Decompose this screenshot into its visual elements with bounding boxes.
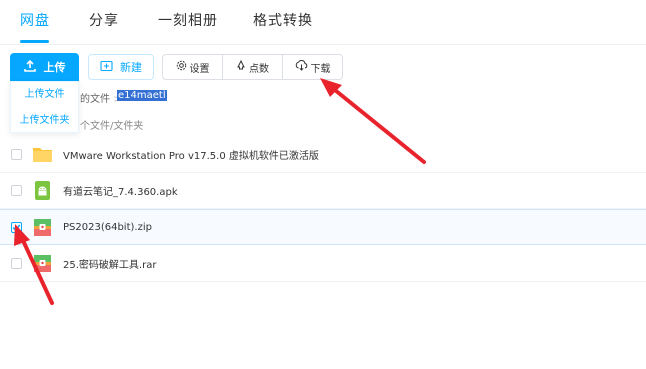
archive-icon — [32, 217, 53, 238]
new-folder-button[interactable]: 新建 — [88, 54, 154, 80]
folder-icon — [32, 144, 53, 165]
file-count-text: 个文件/文件夹 — [80, 121, 144, 132]
download-label: 下载 — [310, 63, 331, 75]
points-label: 点数 — [249, 63, 269, 75]
gear-icon — [176, 60, 187, 74]
settings-button[interactable]: 设置 — [163, 55, 223, 79]
upload-dropdown-menu: 上传文件 上传文件夹 — [10, 81, 79, 133]
tab-share[interactable]: 分享 — [89, 10, 119, 30]
upload-file-option[interactable]: 上传文件 — [11, 82, 78, 108]
checkmark-icon — [12, 223, 21, 231]
row-checkbox[interactable] — [11, 185, 22, 196]
tab-netdisk[interactable]: 网盘 — [20, 10, 50, 30]
netdisk-window: 网盘 分享 一刻相册 格式转换 上传 新建 设置 点数 下载 的文件 e14ma… — [0, 0, 646, 369]
file-name[interactable]: PS2023(64bit).zip — [63, 222, 152, 233]
archive-icon — [32, 253, 53, 274]
file-name[interactable]: 25.密码破解工具.rar — [63, 256, 156, 271]
file-row-selected[interactable]: PS2023(64bit).zip — [0, 209, 646, 245]
tab-format-convert[interactable]: 格式转换 — [253, 10, 313, 30]
rocket-icon — [236, 59, 246, 74]
upload-icon — [23, 59, 36, 75]
tab-album[interactable]: 一刻相册 — [158, 10, 218, 30]
file-row[interactable]: VMware Workstation Pro v17.5.0 虚拟机软件已激活版 — [0, 137, 646, 173]
row-checkbox[interactable] — [11, 258, 22, 269]
file-row[interactable]: 25.密码破解工具.rar — [0, 246, 646, 282]
cloud-download-icon — [295, 60, 308, 74]
top-tab-bar: 网盘 分享 一刻相册 格式转换 — [0, 0, 646, 45]
file-row[interactable]: 有道云笔记_7.4.360.apk — [0, 173, 646, 209]
row-checkbox[interactable] — [11, 149, 22, 160]
points-button[interactable]: 点数 — [223, 55, 283, 79]
upload-folder-option[interactable]: 上传文件夹 — [11, 108, 78, 134]
row-checkbox-checked[interactable] — [11, 221, 22, 233]
download-button[interactable]: 下载 — [283, 55, 342, 79]
new-folder-icon — [100, 60, 113, 75]
upload-button[interactable]: 上传 — [10, 53, 79, 81]
file-name[interactable]: 有道云笔记_7.4.360.apk — [63, 183, 178, 198]
toolbar-button-group: 设置 点数 下载 — [162, 54, 343, 80]
breadcrumb: 的文件 > — [80, 90, 122, 105]
active-tab-indicator — [20, 40, 49, 43]
settings-label: 设置 — [189, 63, 210, 75]
breadcrumb-current: e14maetl — [117, 90, 167, 101]
new-label: 新建 — [120, 61, 142, 74]
upload-label: 上传 — [43, 61, 66, 74]
file-name[interactable]: VMware Workstation Pro v17.5.0 虚拟机软件已激活版 — [63, 147, 319, 162]
breadcrumb-parent[interactable]: 的文件 — [80, 94, 110, 105]
android-icon — [32, 180, 53, 201]
